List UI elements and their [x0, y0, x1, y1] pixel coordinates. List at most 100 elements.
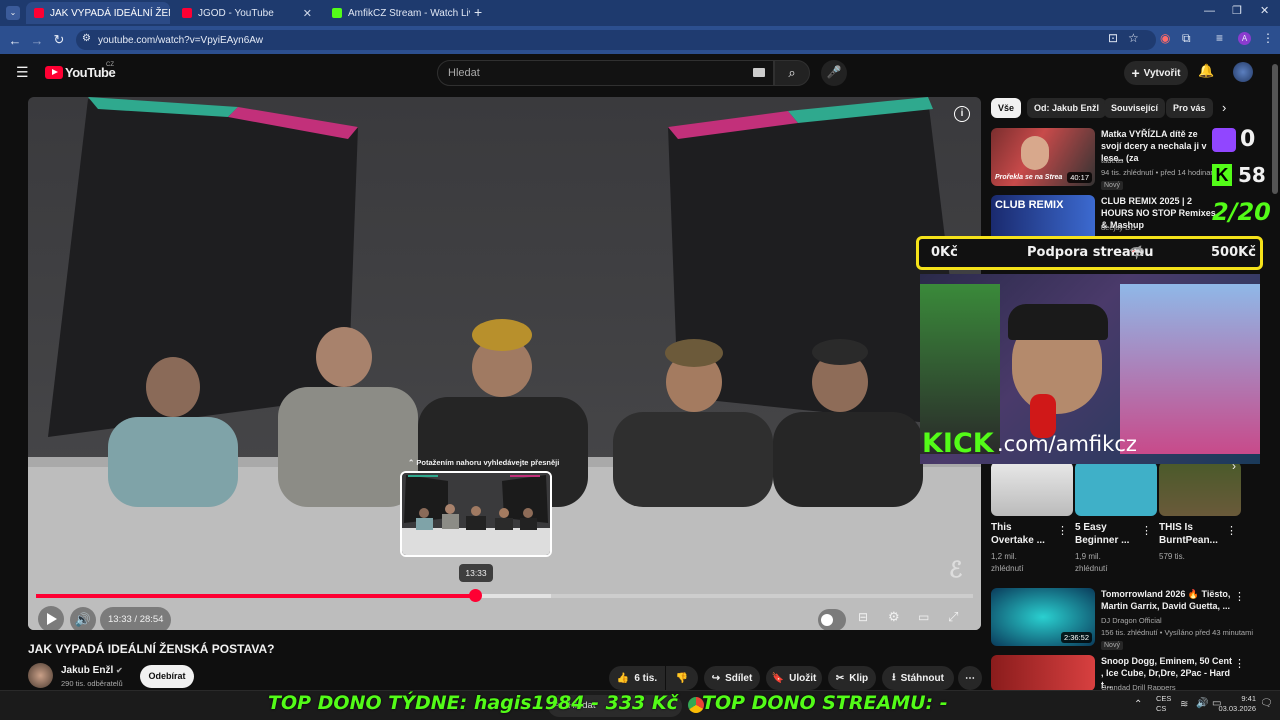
short-views: 1,2 mil. zhlédnutí — [991, 552, 1024, 573]
search-input[interactable]: Hledat — [437, 60, 774, 86]
share-icon: ↪ — [711, 672, 721, 684]
media-icon[interactable]: ≡ — [1216, 31, 1223, 45]
volume-icon[interactable]: 🔊 — [70, 607, 96, 630]
twitch-viewer-count: 0 — [1240, 127, 1256, 152]
tray-chevron-icon[interactable]: ⌃ — [1134, 699, 1142, 710]
minimize-icon[interactable]: — — [1204, 5, 1215, 17]
speaker-icon[interactable]: 🔊 — [1196, 698, 1208, 709]
video-duration: 40:17 — [1067, 172, 1092, 183]
clip-button[interactable]: ✂ Klip — [828, 666, 876, 690]
more-icon[interactable]: ⋮ — [1057, 524, 1068, 537]
play-button[interactable] — [38, 606, 64, 630]
like-button[interactable]: 👍 6 tis. — [609, 666, 665, 690]
notifications-bell-icon[interactable]: 🔔 — [1198, 63, 1214, 79]
profile-avatar[interactable]: A — [1238, 32, 1251, 45]
extension-icon[interactable]: ◉ — [1160, 31, 1170, 45]
short-title[interactable]: This Overtake ... — [991, 521, 1047, 547]
user-avatar[interactable] — [1233, 62, 1253, 82]
autoplay-toggle[interactable] — [818, 609, 846, 630]
kick-icon: K — [1212, 164, 1232, 186]
video-thumbnail[interactable] — [991, 655, 1095, 691]
tab-amfik-stream[interactable]: AmfikCZ Stream - Watch Live o ✕ — [324, 2, 470, 24]
filter-all[interactable]: Vše — [991, 98, 1022, 118]
back-icon[interactable]: ← — [4, 33, 26, 48]
short-title[interactable]: THIS Is BurntPean... — [1159, 521, 1221, 547]
video-player[interactable]: i ⌃ Potažením nahoru vyhledávejte přesně… — [28, 97, 981, 630]
fullscreen-icon[interactable]: ⤢ — [948, 609, 958, 625]
more-icon[interactable]: ⋮ — [1234, 590, 1245, 603]
forward-icon[interactable]: → — [26, 33, 48, 48]
subtitles-icon[interactable]: ⊟ — [858, 610, 868, 624]
filter-related[interactable]: Související — [1104, 98, 1166, 118]
short-thumbnail[interactable] — [991, 462, 1073, 516]
input-language[interactable]: CES CS — [1156, 694, 1171, 714]
close-icon[interactable]: ✕ — [297, 7, 312, 20]
donation-start: 0Kč — [931, 245, 958, 260]
tab-search-chevron-icon[interactable]: ⌄ — [6, 6, 20, 20]
new-tab-button[interactable]: + — [474, 4, 482, 20]
twitch-icon — [1212, 128, 1236, 152]
short-thumbnail[interactable] — [1075, 462, 1157, 516]
dislike-button[interactable]: 👎 — [666, 666, 698, 690]
notification-center-icon[interactable]: 🗨 — [1260, 698, 1273, 709]
theater-mode-icon[interactable]: ▭ — [918, 610, 929, 624]
reload-icon[interactable]: ↻ — [48, 32, 70, 48]
short-thumbnail[interactable] — [1159, 462, 1241, 516]
bookmark-icon: 🔖 — [771, 672, 785, 684]
wifi-icon[interactable]: ≋ — [1180, 699, 1188, 710]
kick-logo-text: KICK — [922, 428, 994, 459]
more-actions-button[interactable]: ⋯ — [958, 666, 982, 690]
more-icon: ⋯ — [965, 672, 975, 684]
video-title: JAK VYPADÁ IDEÁLNÍ ŽENSKÁ POSTAVA? — [28, 642, 275, 656]
short-title[interactable]: 5 Easy Beginner ... — [1075, 521, 1131, 547]
filter-from-channel[interactable]: Od: Jakub Enžl — [1027, 98, 1107, 118]
recommended-video[interactable]: 2:36:52 Tomorrowland 2026 🔥 Tiësto, Mart… — [991, 588, 1253, 650]
thumb-down-icon: 👎 — [675, 672, 689, 684]
keyboard-icon[interactable] — [753, 68, 765, 77]
top-donor-week: TOP DONO TÝDNE: hagis1984 - 333 Kč — [268, 692, 678, 714]
download-button[interactable]: ⭳ Stáhnout — [882, 666, 954, 690]
video-thumbnail[interactable]: 2:36:52 — [991, 588, 1095, 646]
extensions-puzzle-icon[interactable]: ⧉ — [1182, 31, 1191, 46]
youtube-logo-icon[interactable] — [45, 66, 63, 79]
channel-name: DJ Dragon Official — [1101, 616, 1162, 625]
voice-search-button[interactable]: 🎤 — [821, 60, 847, 86]
bookmark-star-icon[interactable]: ☆ — [1128, 31, 1139, 45]
recommended-video[interactable]: Prořekla se na Strea 40:17 Matka VYŘÍZLA… — [991, 128, 1218, 190]
subscriber-count: 290 tis. odběratelů — [61, 679, 123, 688]
clock[interactable]: 9:41 03.03.2026 — [1216, 694, 1256, 714]
address-bar[interactable]: ⚙ youtube.com/watch?v=VpyiEAyn6Aw — [76, 30, 1156, 50]
more-icon[interactable]: ⋮ — [1234, 657, 1245, 670]
filter-for-you[interactable]: Pro vás — [1166, 98, 1213, 118]
channel-watermark-icon[interactable]: ℰ — [949, 557, 962, 583]
channel-name[interactable]: Jakub Enžl ✔ — [61, 665, 123, 676]
tab-video[interactable]: JAK VYPADÁ IDEÁLNÍ ŽENSKÁ ✕ — [26, 2, 170, 24]
progress-track[interactable] — [36, 589, 973, 602]
filter-next-chevron-icon[interactable]: › — [1222, 100, 1226, 115]
save-button[interactable]: 🔖 Uložit — [766, 666, 822, 690]
browser-menu-icon[interactable]: ⋮ — [1262, 31, 1274, 45]
share-button[interactable]: ↪ Sdílet — [704, 666, 760, 690]
more-icon[interactable]: ⋮ — [1226, 524, 1237, 537]
create-button[interactable]: + Vytvořit — [1124, 61, 1188, 85]
site-info-icon[interactable]: ⚙ — [82, 33, 91, 44]
video-thumbnail[interactable]: Prořekla se na Strea 40:17 — [991, 128, 1095, 186]
maximize-icon[interactable]: ❐ — [1232, 4, 1242, 17]
search-button[interactable]: ⌕ — [774, 60, 810, 86]
video-title: Tomorrowland 2026 🔥 Tiësto, Martin Garri… — [1101, 589, 1231, 611]
new-badge: Nový — [1101, 641, 1123, 650]
info-icon[interactable]: i — [954, 106, 970, 122]
subscribe-button[interactable]: Odebírat — [140, 665, 194, 688]
page-scrollbar[interactable] — [1272, 64, 1278, 194]
window-close-icon[interactable]: ✕ — [1260, 4, 1269, 17]
menu-icon[interactable]: ☰ — [16, 64, 29, 81]
pause-icon — [821, 614, 833, 626]
channel-name: deejay DD — [1101, 223, 1137, 232]
tab-jgod[interactable]: JGOD - YouTube ✕ — [174, 2, 320, 24]
channel-avatar[interactable] — [28, 663, 53, 688]
settings-gear-icon[interactable]: ⚙ — [888, 609, 900, 625]
thumb-up-icon: 👍 — [616, 672, 630, 684]
install-icon[interactable]: ⊡ — [1108, 31, 1118, 45]
more-icon[interactable]: ⋮ — [1141, 524, 1152, 537]
donation-goal: 500Kč — [1211, 245, 1256, 260]
